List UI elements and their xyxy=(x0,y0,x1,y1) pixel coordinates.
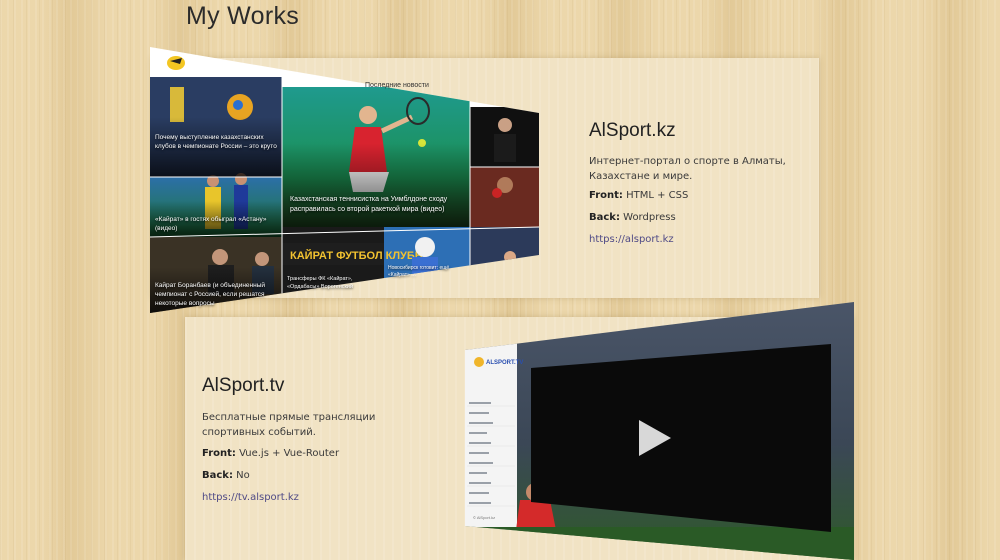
tile-caption: «Кайрат» в гостях обыграл «Астану» (виде… xyxy=(155,216,267,232)
kairat-banner-text: КАЙРАТ ФУТБОЛ КЛУБЫ xyxy=(290,249,426,262)
tile-caption: Новосибирск готовит: ещё «Кайрат» … xyxy=(388,265,450,278)
screenshot-header-text: Последние новости xyxy=(365,82,429,89)
work-description: Бесплатные прямые трансляции спортивных … xyxy=(202,412,376,438)
work-front: Front: Vue.js + Vue-Router xyxy=(202,448,339,459)
screenshot-alsport-kz[interactable]: КАЙРАТ ФУТБОЛ КЛУБЫ Последние новости По… xyxy=(150,47,539,313)
work-back: Back: No xyxy=(202,470,250,481)
front-value: Vue.js + Vue-Router xyxy=(239,448,340,459)
tv-footer-text: © AlSport.kz xyxy=(473,515,496,520)
front-label: Front: xyxy=(589,190,623,201)
tv-logo-text: ALSPORT.TV xyxy=(486,360,523,366)
work-description: Интернет-портал о спорте в Алматы, Казах… xyxy=(589,156,786,182)
video-player xyxy=(531,344,831,532)
tile-caption: Трансферы ФК «Кайрат», «Ордабасы» Вороге… xyxy=(287,276,354,290)
back-label: Back: xyxy=(589,212,620,223)
back-label: Back: xyxy=(202,470,233,481)
page-title: My Works xyxy=(186,2,300,30)
back-value: Wordpress xyxy=(623,212,676,223)
work-front: Front: HTML + CSS xyxy=(589,190,688,201)
screenshot-alsport-kz-graphic: КАЙРАТ ФУТБОЛ КЛУБЫ xyxy=(150,47,539,313)
tile-caption: Кайрат Боранбаев (и объединенный чемпион… xyxy=(155,282,266,307)
work-link[interactable]: https://alsport.kz xyxy=(589,234,674,245)
work-title: AlSport.kz xyxy=(589,120,676,141)
front-label: Front: xyxy=(202,448,236,459)
front-value: HTML + CSS xyxy=(626,190,689,201)
alsport-logo-icon xyxy=(474,357,484,367)
back-value: No xyxy=(236,470,250,481)
work-link[interactable]: https://tv.alsport.kz xyxy=(202,492,299,503)
work-back: Back: Wordpress xyxy=(589,212,676,223)
tile-caption: Казахстанская теннисистка на Уимблдоне с… xyxy=(290,196,448,213)
screenshot-alsport-tv-graphic: ALSPORT.TV xyxy=(465,302,854,560)
work-title: AlSport.tv xyxy=(202,375,285,396)
screenshot-alsport-tv[interactable]: ALSPORT.TV © AlSport.kz xyxy=(465,302,854,560)
alsport-logo-icon xyxy=(167,56,185,70)
tile-caption: Почему выступление казахстанских клубов … xyxy=(155,134,277,150)
